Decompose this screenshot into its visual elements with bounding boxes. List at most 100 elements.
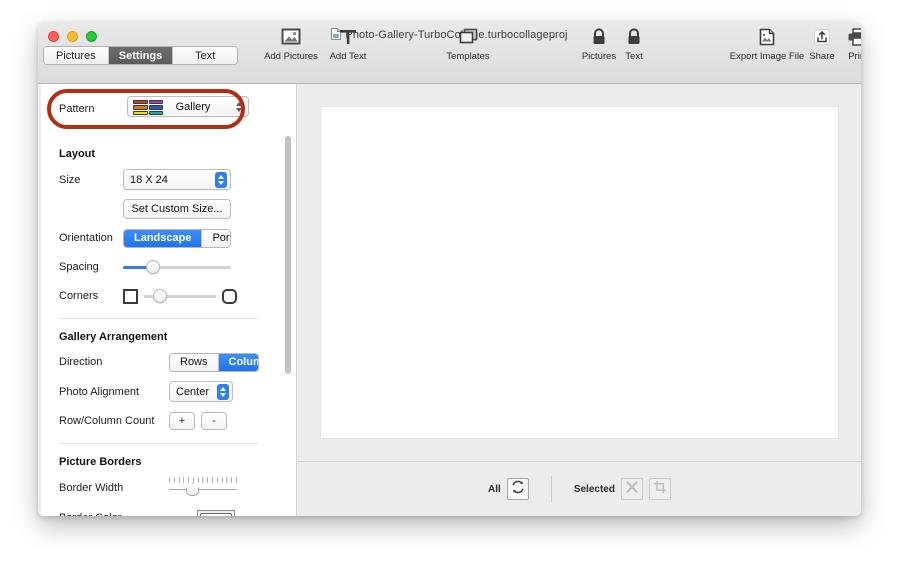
toolbar-share-label: Share: [809, 51, 835, 62]
corners-slider[interactable]: [144, 288, 216, 304]
border-width-row: Border Width: [59, 477, 259, 499]
shuffle-all-button[interactable]: [506, 478, 529, 500]
direction-label: Direction: [59, 356, 103, 368]
toolbar-lock-pictures[interactable]: Pictures: [578, 27, 620, 62]
border-color-label: Border Color: [59, 512, 169, 516]
direction-segmented: Rows Columns: [169, 352, 259, 372]
window-body: Pattern Gallery Layout Size 18 X 24 Set …: [38, 84, 861, 516]
corners-label: Corners: [59, 290, 99, 302]
chevron-updown-icon: [233, 99, 245, 115]
toolbar-lock-text[interactable]: Text: [618, 27, 650, 62]
selected-group: Selected: [552, 478, 693, 500]
settings-panel: Pattern Gallery Layout Size 18 X 24 Set …: [41, 84, 297, 516]
direction-rows[interactable]: Rows: [170, 353, 219, 371]
square-corner-icon: [123, 288, 138, 304]
corners-knob[interactable]: [152, 289, 167, 303]
size-row: Size 18 X 24: [59, 169, 259, 190]
spacing-slider[interactable]: [123, 259, 231, 275]
chevron-updown-icon: [215, 171, 227, 188]
border-color-well[interactable]: [197, 509, 235, 516]
add-pictures-icon: [260, 27, 322, 49]
print-icon: [840, 27, 861, 49]
title-bar: Photo-Gallery-TurboCollage.turbocollagep…: [38, 22, 861, 84]
border-width-ticks: [169, 477, 237, 483]
all-label: All: [488, 483, 501, 495]
toolbar-lock-text-label: Text: [625, 51, 643, 62]
toolbar-add-pictures[interactable]: Add Pictures: [260, 27, 322, 62]
chevron-updown-icon: [217, 383, 229, 400]
set-custom-size-button[interactable]: Set Custom Size...: [123, 199, 231, 219]
photo-alignment-label: Photo Alignment: [59, 385, 140, 398]
row-column-count-label: Row/Column Count: [59, 415, 155, 427]
layout-section-title: Layout: [59, 148, 96, 160]
decrement-button[interactable]: -: [201, 412, 227, 430]
size-value: 18 X 24: [130, 173, 168, 186]
border-width-label: Border Width: [59, 482, 124, 494]
photo-alignment-row: Photo Alignment Center: [59, 381, 259, 402]
toolbar-lock-pictures-label: Pictures: [581, 51, 617, 62]
close-x-icon: [625, 480, 639, 499]
corners-row: Corners: [59, 286, 259, 306]
templates-icon: [438, 27, 498, 49]
selected-label: Selected: [573, 483, 615, 495]
photo-alignment-select[interactable]: Center: [169, 381, 233, 402]
view-tabs: Pictures Settings Text: [43, 46, 238, 65]
orientation-portrait[interactable]: Portrait: [202, 229, 230, 247]
pattern-label: Pattern: [59, 103, 95, 115]
toolbar-templates-label: Templates: [446, 51, 490, 62]
orientation-segmented: Landscape Portrait: [123, 228, 231, 248]
border-width-track: [169, 489, 237, 490]
row-column-count-row: Row/Column Count + -: [59, 411, 259, 431]
gallery-pattern-icon: [133, 100, 163, 115]
photo-alignment-value: Center: [176, 385, 210, 398]
gallery-arrangement-title: Gallery Arrangement: [59, 331, 168, 343]
export-image-icon: [726, 27, 808, 49]
tab-text[interactable]: Text: [173, 47, 237, 64]
settings-scrollbar[interactable]: [285, 136, 291, 512]
tab-settings[interactable]: Settings: [108, 47, 174, 64]
border-color-row: Border Color: [59, 508, 259, 516]
orientation-landscape[interactable]: Landscape: [124, 229, 203, 247]
toolbar-add-text-label: Add Text: [329, 51, 367, 62]
custom-size-row: Set Custom Size...: [59, 199, 259, 219]
size-select[interactable]: 18 X 24: [123, 169, 231, 190]
collage-canvas-area[interactable]: [298, 84, 861, 461]
toolbar-print[interactable]: Print: [840, 27, 861, 62]
tab-pictures[interactable]: Pictures: [44, 47, 109, 64]
increment-button[interactable]: +: [169, 412, 195, 430]
settings-scrollbar-thumb[interactable]: [285, 136, 291, 374]
toolbar-export-image-file[interactable]: Export Image File: [726, 27, 808, 62]
delete-selected-button[interactable]: [620, 478, 643, 500]
border-width-knob[interactable]: [186, 483, 200, 496]
lock-icon: [618, 27, 650, 49]
picture-borders-title: Picture Borders: [59, 456, 142, 468]
toolbar-add-text[interactable]: Add Text: [324, 27, 372, 62]
crop-icon: [653, 480, 667, 499]
spacing-row: Spacing: [59, 257, 259, 277]
collage-page[interactable]: [320, 106, 839, 439]
crop-selected-button[interactable]: [648, 478, 671, 500]
settings-scroll-region[interactable]: Layout Size 18 X 24 Set Custom Size... O…: [41, 134, 296, 516]
toolbar-add-pictures-label: Add Pictures: [264, 51, 318, 62]
share-icon: [802, 27, 842, 49]
size-label: Size: [59, 173, 81, 186]
pattern-select[interactable]: Gallery: [127, 96, 249, 117]
orientation-row: Orientation Landscape Portrait: [59, 228, 259, 248]
pattern-value: Gallery: [175, 100, 211, 113]
direction-columns[interactable]: Columns: [218, 353, 258, 371]
app-window: Photo-Gallery-TurboCollage.turbocollagep…: [38, 22, 861, 516]
toolbar-templates[interactable]: Templates: [438, 27, 498, 62]
bottom-toolbar: All Selected: [298, 461, 861, 516]
divider: [59, 318, 259, 319]
pattern-row: Pattern Gallery: [59, 96, 249, 122]
shuffle-refresh-icon: [510, 479, 526, 500]
border-width-slider[interactable]: [169, 477, 237, 499]
all-group: All: [466, 478, 551, 500]
lock-icon: [578, 27, 620, 49]
orientation-label: Orientation: [59, 232, 113, 244]
spacing-knob[interactable]: [146, 260, 161, 274]
direction-row: Direction Rows Columns: [59, 352, 259, 372]
divider: [59, 443, 259, 444]
toolbar-print-label: Print: [848, 51, 861, 62]
toolbar-share[interactable]: Share: [802, 27, 842, 62]
